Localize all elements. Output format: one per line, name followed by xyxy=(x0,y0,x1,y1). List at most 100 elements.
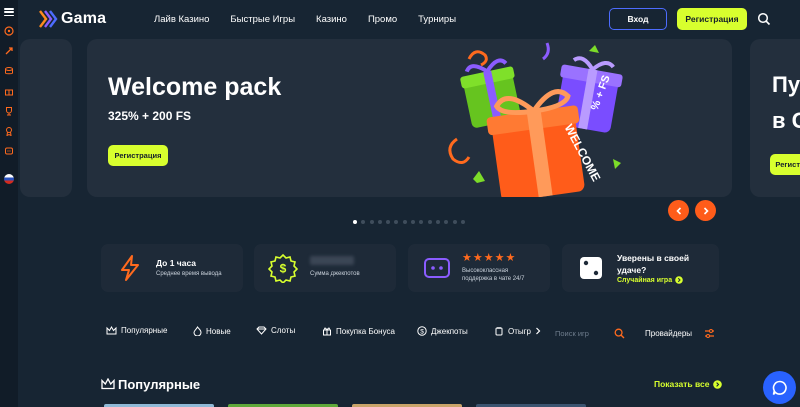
search-icon[interactable] xyxy=(614,328,625,339)
category-label: Популярные xyxy=(121,326,168,335)
search-icon[interactable] xyxy=(757,12,771,26)
ru-flag-icon[interactable] xyxy=(4,174,14,184)
category-label: Отыгр xyxy=(508,326,532,336)
carousel-dot[interactable] xyxy=(460,220,465,224)
carousel-dot[interactable] xyxy=(361,220,366,224)
nav-fast-games[interactable]: Быстрые Игры xyxy=(230,14,295,25)
category-wager[interactable]: Отыгр xyxy=(494,326,545,336)
gama-logo-icon xyxy=(39,10,58,28)
svg-text:$: $ xyxy=(280,262,287,276)
category-bonus-buy[interactable]: Покупка Бонуса xyxy=(322,326,395,336)
chat-bubble-icon xyxy=(424,258,450,278)
next-slide-title: Пу в С xyxy=(772,72,800,133)
nav-casino[interactable]: Казино xyxy=(316,14,347,25)
nav-tournaments[interactable]: Турниры xyxy=(418,14,456,25)
chat-icon xyxy=(772,380,787,395)
show-all-link[interactable]: Показать все xyxy=(654,379,723,389)
register-button[interactable]: Регистрация xyxy=(677,8,747,30)
carousel-dot[interactable] xyxy=(452,220,457,224)
left-rail xyxy=(0,0,18,407)
carousel-dot[interactable] xyxy=(427,220,432,224)
flame-icon xyxy=(193,326,202,336)
carousel-dot[interactable] xyxy=(369,220,374,224)
random-game-link-label: Случайная игра xyxy=(617,276,673,284)
feature-subtitle: Сумма джекпотов xyxy=(310,271,360,277)
category-label: Джекпоты xyxy=(431,326,468,336)
brand-name: Gama xyxy=(61,10,107,27)
category-label: Новые xyxy=(206,326,231,336)
category-popular[interactable]: Популярные xyxy=(106,326,167,335)
carousel-dot[interactable] xyxy=(419,220,424,224)
carousel-dot[interactable] xyxy=(377,220,382,224)
wager-icon xyxy=(495,327,503,336)
main-nav: Лайв Казино Быстрые Игры Казино Промо Ту… xyxy=(154,14,477,25)
coins-icon[interactable] xyxy=(4,65,15,76)
brand-logo[interactable]: Gama xyxy=(38,10,138,28)
chevron-right-icon xyxy=(703,206,709,215)
dollar-icon: $ xyxy=(417,326,427,336)
rocket-icon[interactable] xyxy=(4,45,15,56)
menu-icon[interactable] xyxy=(4,8,14,16)
feature-subtitle: Высококлассная поддержка в чате 24/7 xyxy=(462,268,525,282)
carousel-dot[interactable] xyxy=(353,220,357,224)
hero-register-button[interactable]: Регистрация xyxy=(108,145,168,166)
hero-slide-welcome[interactable]: Welcome pack 325% + 200 FS Регистрация %… xyxy=(87,39,732,197)
category-jackpots[interactable]: $ Джекпоты xyxy=(417,326,468,336)
carousel-dot[interactable] xyxy=(386,220,391,224)
dice-icon xyxy=(580,257,602,279)
providers-filter[interactable]: Провайдеры xyxy=(645,329,692,338)
carousel-dot[interactable] xyxy=(402,220,407,224)
svg-text:$: $ xyxy=(420,328,424,335)
category-label: Слоты xyxy=(271,326,296,335)
section-title-popular: Популярные xyxy=(118,377,201,392)
carousel-next-button[interactable] xyxy=(695,200,716,221)
page: Gama Лайв Казино Быстрые Игры Казино Про… xyxy=(0,0,800,407)
nav-promo[interactable]: Промо xyxy=(368,14,397,25)
jackpot-amount-blurred xyxy=(310,256,354,265)
star-icon: ★ xyxy=(462,252,472,264)
wheel-icon[interactable] xyxy=(4,25,15,36)
filter-sliders-icon[interactable] xyxy=(704,328,715,339)
feature-title: До 1 часа xyxy=(156,258,197,268)
feature-card-support: ★ ★ ★ ★ ★ Высококлассная поддержка в чате 24… xyxy=(408,244,550,292)
trophy-icon[interactable] xyxy=(4,105,15,116)
carousel-dot[interactable] xyxy=(435,220,440,224)
category-new[interactable]: Новые xyxy=(193,326,231,336)
category-label: Покупка Бонуса xyxy=(336,326,395,336)
star-icon: ★ xyxy=(505,252,516,264)
random-game-link[interactable]: Случайная игра xyxy=(617,276,683,284)
next-slide-register-button[interactable]: Регистр xyxy=(770,154,800,175)
live-chat-button[interactable] xyxy=(763,371,796,404)
carousel-dot[interactable] xyxy=(411,220,416,224)
hero-subtitle: 325% + 200 FS xyxy=(108,109,192,123)
ticket-icon[interactable] xyxy=(4,145,15,156)
lightning-icon xyxy=(121,255,139,281)
show-all-label: Показать все xyxy=(654,379,710,389)
hero-title: Welcome pack xyxy=(108,73,282,101)
carousel-dot[interactable] xyxy=(444,220,449,224)
star-icon: ★ xyxy=(483,252,494,264)
previous-slide[interactable] xyxy=(20,39,72,197)
gift-icon xyxy=(323,327,331,336)
login-button[interactable]: Вход xyxy=(609,8,667,30)
medal-icon[interactable] xyxy=(4,125,15,136)
star-icon: ★ xyxy=(494,252,505,264)
rating-stars: ★ ★ ★ ★ ★ xyxy=(462,253,516,264)
gift-boxes-illustration: % + FS WELCOME xyxy=(448,42,623,197)
carousel-dot[interactable] xyxy=(394,220,399,224)
feature-card-jackpot: $ Сумма джекпотов xyxy=(254,244,396,292)
category-slots[interactable]: Слоты xyxy=(256,326,295,335)
gift-icon[interactable] xyxy=(4,85,15,96)
game-search-input[interactable]: Поиск игр xyxy=(555,329,589,338)
feature-card-withdrawal: До 1 часа Среднее время вывода xyxy=(101,244,243,292)
feature-card-random-game: Уверены в своей удаче? Случайная игра xyxy=(562,244,719,292)
feature-subtitle: Среднее время вывода xyxy=(156,271,222,277)
nav-live-casino[interactable]: Лайв Казино xyxy=(154,14,209,25)
diamond-icon xyxy=(256,326,267,335)
chevron-left-icon xyxy=(675,206,681,215)
arrow-right-circle-icon xyxy=(713,379,723,389)
chevron-right-icon[interactable] xyxy=(535,327,541,335)
next-slide[interactable]: Пу в С Регистр xyxy=(750,39,800,197)
crown-icon xyxy=(101,378,115,390)
carousel-prev-button[interactable] xyxy=(668,200,689,221)
